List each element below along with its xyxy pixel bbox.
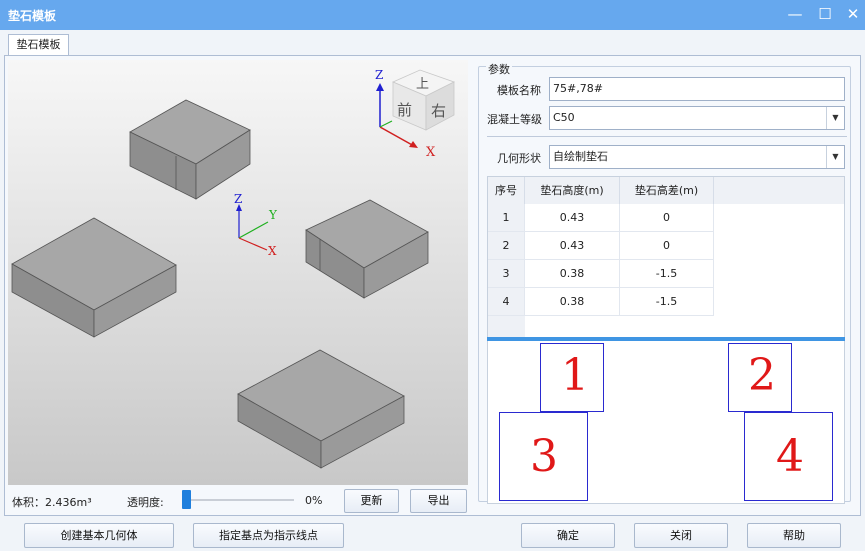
opacity-slider-thumb[interactable] — [182, 490, 191, 509]
opacity-label: 透明度: — [127, 496, 164, 509]
height-cell[interactable]: 0.38 — [525, 260, 620, 288]
3d-viewport[interactable]: Z Y X 上 前 右 Z X — [8, 60, 468, 485]
new-row-header[interactable] — [488, 316, 525, 338]
view-cube-front[interactable]: 前 — [397, 101, 412, 119]
view-cube[interactable]: 上 前 右 — [391, 69, 456, 131]
window-title: 垫石模板 — [8, 9, 57, 23]
chevron-down-icon[interactable]: ▼ — [826, 146, 844, 168]
row-index: 3 — [488, 260, 525, 288]
concrete-grade-value: C50 — [553, 111, 575, 124]
view-cube-top[interactable]: 上 — [416, 77, 429, 92]
close-button[interactable]: 关闭 — [634, 523, 728, 548]
chevron-down-icon[interactable]: ▼ — [826, 107, 844, 129]
column-header-index[interactable]: 序号 — [488, 177, 525, 204]
diff-cell[interactable]: -1.5 — [620, 288, 714, 316]
pad-block-1 — [129, 99, 251, 200]
axis-x-label: X — [426, 145, 436, 160]
pad-number-4: 4 — [776, 431, 804, 482]
row-index: 1 — [488, 204, 525, 232]
pad-block-2 — [305, 199, 429, 299]
pad-block-4 — [237, 349, 405, 469]
shape-label: 几何形状 — [497, 152, 541, 165]
export-button[interactable]: 导出 — [410, 489, 467, 513]
column-header-height[interactable]: 垫石高度(m) — [525, 177, 620, 204]
shape-select[interactable]: 自绘制垫石 ▼ — [549, 145, 845, 169]
diff-cell[interactable]: 0 — [620, 232, 714, 260]
pad-number-2: 2 — [748, 350, 776, 401]
opacity-value: 0% — [305, 494, 323, 507]
axis-y-label-small: Y — [268, 208, 278, 222]
scene: Z Y X 上 前 右 Z X — [11, 68, 456, 469]
volume-readout: 体积：2.436m³ — [12, 496, 92, 509]
concrete-grade-label: 混凝土等级 — [487, 113, 542, 126]
table-header: 序号 垫石高度(m) 垫石高差(m) — [488, 177, 844, 204]
shape-value: 自绘制垫石 — [553, 150, 608, 163]
axis-x-label-small: X — [268, 244, 277, 258]
params-group-title: 参数 — [486, 61, 512, 77]
table-row[interactable]: 2 0.43 0 — [488, 232, 714, 260]
pad-block-3 — [11, 217, 177, 338]
pad-table[interactable]: 序号 垫石高度(m) 垫石高差(m) 1 0.43 0 2 0.43 0 3 0… — [487, 176, 845, 339]
diff-cell[interactable]: -1.5 — [620, 260, 714, 288]
pad-number-1: 1 — [561, 350, 589, 401]
view-cube-right[interactable]: 右 — [431, 102, 446, 120]
row-index: 2 — [488, 232, 525, 260]
template-name-input[interactable]: 75#,78# — [549, 77, 845, 101]
axis-z-label-small: Z — [234, 192, 242, 206]
update-button[interactable]: 更新 — [344, 489, 399, 513]
axis-z-label: Z — [375, 68, 383, 82]
concrete-grade-select[interactable]: C50 ▼ — [549, 106, 845, 130]
table-row[interactable]: 3 0.38 -1.5 — [488, 260, 714, 288]
tab-template[interactable]: 垫石模板 — [8, 34, 69, 56]
table-row[interactable]: 1 0.43 0 — [488, 204, 714, 232]
height-cell[interactable]: 0.38 — [525, 288, 620, 316]
opacity-slider[interactable] — [182, 499, 294, 501]
template-name-label: 模板名称 — [497, 84, 541, 97]
diff-cell[interactable]: 0 — [620, 204, 714, 232]
column-header-diff[interactable]: 垫石高差(m) — [620, 177, 714, 204]
ok-button[interactable]: 确定 — [521, 523, 615, 548]
row-index: 4 — [488, 288, 525, 316]
separator — [487, 136, 847, 137]
close-icon[interactable]: ✕ — [836, 0, 865, 30]
title-bar: 垫石模板 — ☐ ✕ — [0, 0, 865, 30]
pad-layout-preview: 1 2 3 4 — [487, 341, 845, 504]
height-cell[interactable]: 0.43 — [525, 204, 620, 232]
minimize-icon[interactable]: — — [778, 0, 812, 30]
height-cell[interactable]: 0.43 — [525, 232, 620, 260]
set-base-point-button[interactable]: 指定基点为指示线点 — [193, 523, 344, 548]
create-basic-geometry-button[interactable]: 创建基本几何体 — [24, 523, 174, 548]
axis-gizmo-center: Z Y X — [234, 192, 278, 258]
table-row[interactable]: 4 0.38 -1.5 — [488, 288, 714, 316]
help-button[interactable]: 帮助 — [747, 523, 841, 548]
pad-number-3: 3 — [530, 431, 558, 482]
